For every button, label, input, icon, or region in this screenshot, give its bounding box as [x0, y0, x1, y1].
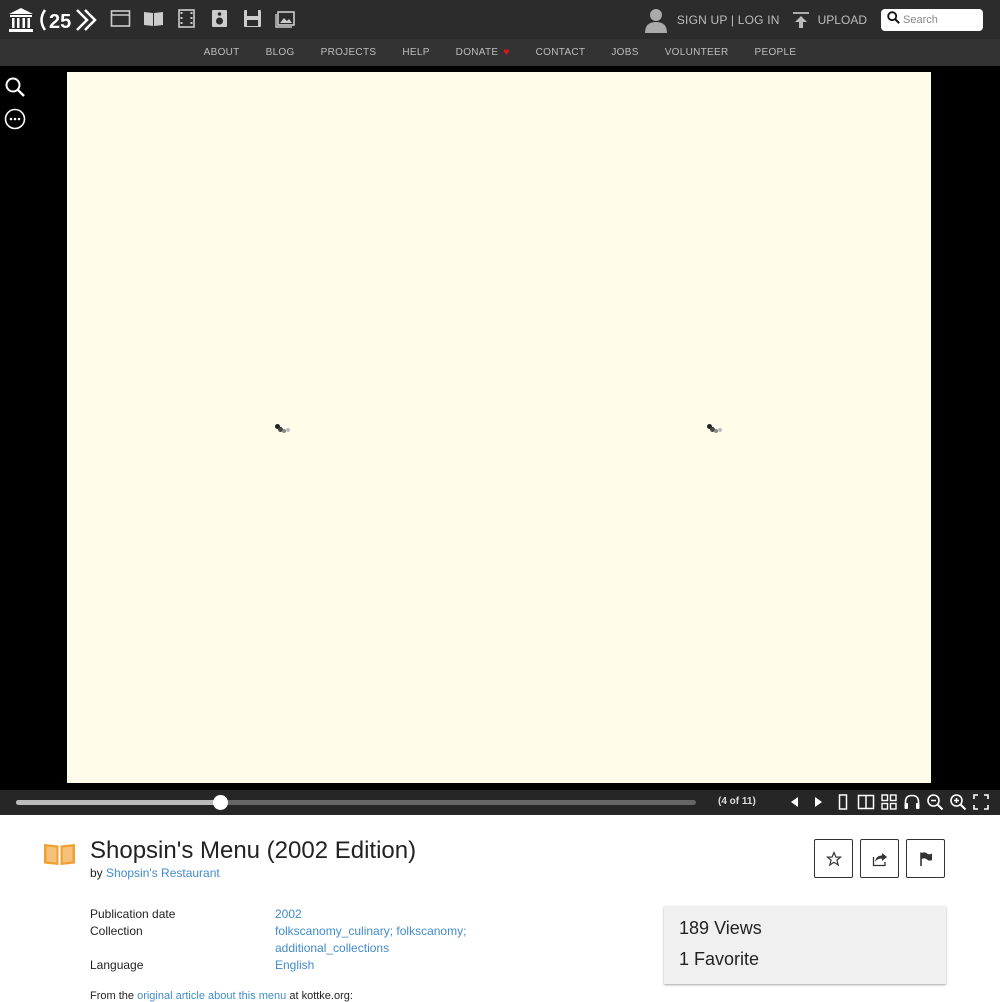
share-icon — [872, 852, 887, 866]
nav-jobs[interactable]: JOBS — [598, 47, 651, 58]
field-label: Collection — [90, 924, 143, 938]
favorites-label: Favorite — [694, 949, 760, 969]
flag-icon — [919, 851, 932, 866]
archive-logo[interactable]: 25 — [8, 6, 100, 34]
two-page-view-icon[interactable] — [857, 793, 875, 811]
upload-link[interactable]: UPLOAD — [818, 13, 867, 27]
collection-link-culinary[interactable]: folkscanomy_culinary — [275, 924, 390, 938]
audio-icon[interactable] — [209, 8, 230, 29]
nav-blog[interactable]: BLOG — [253, 47, 308, 58]
video-icon[interactable] — [176, 8, 197, 29]
nav-about[interactable]: ABOUT — [191, 47, 253, 58]
nav-donate[interactable]: DONATE ♥ — [443, 47, 523, 58]
page-slider[interactable] — [16, 795, 696, 810]
nav-projects[interactable]: PROJECTS — [308, 47, 390, 58]
search-icon — [887, 10, 900, 29]
nav-help[interactable]: HELP — [389, 47, 442, 58]
favorites-count: 1 — [679, 949, 690, 969]
search-box — [881, 8, 983, 31]
texts-icon[interactable] — [143, 8, 164, 29]
loading-spinner-right — [707, 424, 723, 434]
svg-text:25: 25 — [49, 11, 71, 33]
book-reader — [0, 66, 1000, 790]
field-publication-date: Publication date 2002 — [90, 906, 475, 923]
page-slider-fill — [16, 800, 220, 805]
page-slider-thumb[interactable] — [213, 795, 228, 810]
reader-controls: (4 of 11) — [0, 790, 1000, 815]
top-bar: 25 SIGN UP | LOG IN UPLOAD — [0, 0, 1000, 39]
search-inside-icon[interactable] — [4, 76, 26, 98]
zoom-in-icon[interactable] — [949, 793, 967, 811]
read-aloud-icon[interactable] — [903, 793, 921, 811]
language-link[interactable]: English — [275, 958, 314, 972]
nav-people[interactable]: PEOPLE — [742, 47, 810, 58]
archive-building-icon — [9, 8, 33, 32]
anniversary-logo-mark: 25 — [40, 9, 97, 33]
thumbnail-view-icon[interactable] — [880, 793, 898, 811]
page-indicator: (4 of 11) — [718, 796, 756, 807]
main-nav: ABOUT BLOG PROJECTS HELP DONATE ♥ CONTACT… — [0, 39, 1000, 66]
upload-icon[interactable] — [792, 11, 810, 29]
next-page-icon[interactable] — [809, 793, 827, 811]
more-options-icon[interactable] — [4, 108, 26, 130]
views-stat: 189 Views — [679, 918, 762, 939]
favorites-stat: 1 Favorite — [679, 949, 759, 970]
nav-volunteer[interactable]: VOLUNTEER — [652, 47, 742, 58]
pubdate-link[interactable]: 2002 — [275, 907, 302, 921]
sign-up-log-in-link[interactable]: SIGN UP | LOG IN — [677, 13, 780, 27]
item-details: Shopsin's Menu (2002 Edition) by Shopsin… — [0, 815, 1000, 1002]
item-title: Shopsin's Menu (2002 Edition) — [90, 837, 417, 864]
field-label: Publication date — [90, 907, 176, 921]
collection-link-additional[interactable]: additional_collections — [275, 941, 389, 955]
stats-panel: 189 Views 1 Favorite — [664, 906, 946, 984]
field-language: Language English — [90, 957, 475, 974]
metadata-fields: Publication date 2002 Collection folksca… — [90, 906, 475, 974]
flag-button[interactable] — [906, 839, 945, 878]
original-article-link[interactable]: original article about this menu — [137, 990, 286, 1002]
nav-donate-label: DONATE — [455, 47, 499, 58]
field-collection: Collection folkscanomy_culinary; folksca… — [90, 924, 467, 955]
loading-spinner-left — [275, 424, 291, 434]
byline: by Shopsin's Restaurant — [90, 866, 220, 880]
zoom-out-icon[interactable] — [926, 793, 944, 811]
fullscreen-icon[interactable] — [972, 793, 990, 811]
collection-link-folkscanomy[interactable]: folkscanomy — [396, 924, 463, 938]
desc-suffix: at kottke.org: — [289, 990, 353, 1002]
author-link[interactable]: Shopsin's Restaurant — [106, 866, 220, 880]
nav-contact[interactable]: CONTACT — [523, 47, 599, 58]
desc-prefix: From the — [90, 990, 135, 1002]
description: From the original article about this men… — [90, 990, 353, 1002]
software-icon[interactable] — [242, 8, 263, 29]
web-icon[interactable] — [110, 8, 131, 29]
views-count: 189 — [679, 918, 710, 938]
star-icon — [825, 850, 842, 866]
favorite-button[interactable] — [814, 839, 853, 878]
page-spread[interactable] — [67, 72, 931, 783]
heart-icon: ♥ — [503, 47, 510, 58]
images-icon[interactable] — [275, 8, 296, 29]
search-input[interactable] — [903, 13, 975, 26]
views-label: Views — [714, 918, 762, 938]
open-book-icon — [43, 841, 76, 867]
one-page-view-icon[interactable] — [834, 793, 852, 811]
previous-page-icon[interactable] — [786, 793, 804, 811]
field-label: Language — [90, 958, 144, 972]
user-icon[interactable] — [643, 7, 669, 33]
share-button[interactable] — [860, 839, 899, 878]
by-label: by — [90, 866, 103, 880]
